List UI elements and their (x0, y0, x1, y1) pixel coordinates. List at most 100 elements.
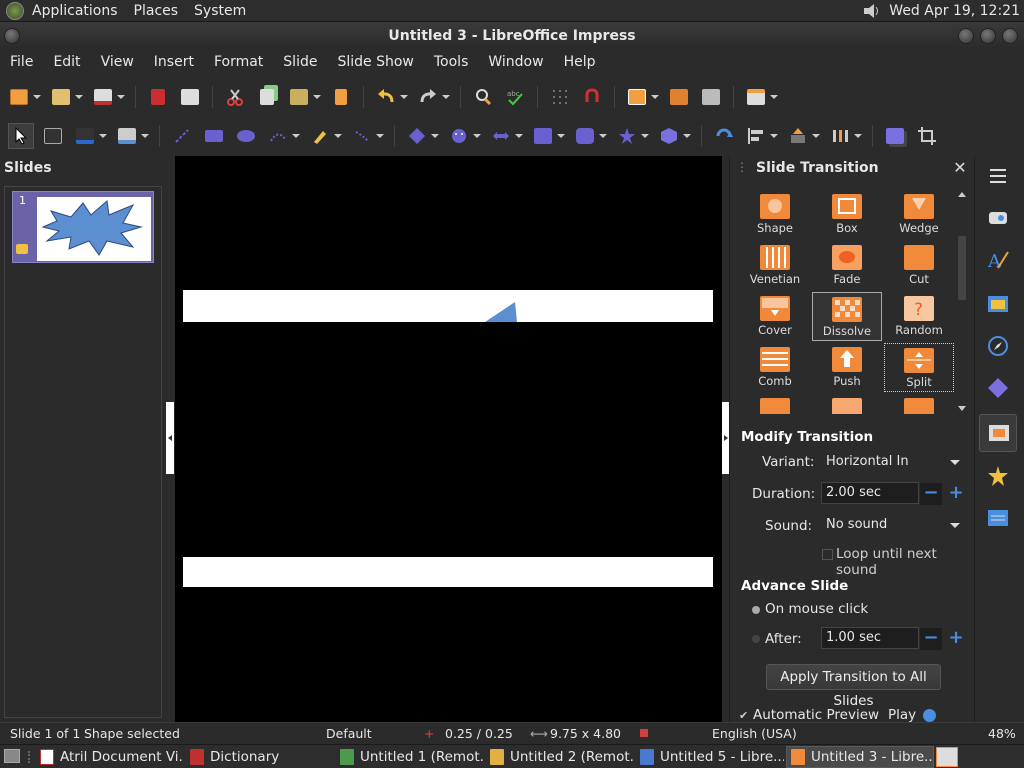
loop-sound-checkbox[interactable] (822, 549, 833, 560)
window-titlebar[interactable]: Untitled 3 - LibreOffice Impress (0, 22, 1024, 50)
open-folder-icon[interactable] (48, 84, 74, 110)
shapes-tab-icon[interactable] (986, 376, 1010, 400)
arrange-dropdown-icon[interactable] (812, 134, 820, 138)
clone-formatting-icon[interactable] (328, 84, 354, 110)
document-modified-icon[interactable] (640, 729, 648, 737)
new-slide-icon[interactable] (624, 84, 650, 110)
slide-layout-icon[interactable] (743, 84, 769, 110)
stars-dropdown-icon[interactable] (641, 134, 649, 138)
slide-transition-tab[interactable] (979, 414, 1017, 452)
properties-tab-icon[interactable] (986, 206, 1010, 230)
transition-partial-1[interactable] (740, 394, 810, 414)
transition-shape[interactable]: Shape (740, 190, 810, 239)
after-increase-button[interactable]: + (945, 628, 967, 650)
undo-dropdown-icon[interactable] (400, 95, 408, 99)
menu-help[interactable]: Help (554, 54, 606, 70)
navigator-tab-icon[interactable] (986, 334, 1010, 358)
open-dropdown-icon[interactable] (75, 95, 83, 99)
styles-tab-icon[interactable]: A (986, 248, 1010, 272)
callouts-dropdown-icon[interactable] (599, 134, 607, 138)
taskbar-handle[interactable] (28, 751, 30, 763)
task-untitled-5[interactable]: Untitled 5 - Libre... (636, 746, 784, 768)
transition-box[interactable]: Box (812, 190, 882, 239)
fill-color-dropdown-icon[interactable] (141, 134, 149, 138)
menu-view[interactable]: View (91, 54, 144, 70)
callouts-icon[interactable] (572, 123, 598, 149)
line-color-dropdown-icon[interactable] (99, 134, 107, 138)
language-status[interactable]: English (USA) (712, 726, 797, 741)
spelling-icon[interactable]: abc (502, 84, 528, 110)
animation-tab-icon[interactable] (986, 464, 1010, 488)
delete-slide-icon[interactable] (698, 84, 724, 110)
variant-select[interactable]: Horizontal In (821, 451, 967, 473)
curve-dropdown-icon[interactable] (292, 134, 300, 138)
shape-fragment[interactable] (485, 302, 517, 322)
panel-grip-icon[interactable]: ⋮ (736, 160, 748, 174)
master-slides-tab-icon[interactable] (986, 506, 1010, 530)
basic-shapes-icon[interactable] (404, 123, 430, 149)
paste-dropdown-icon[interactable] (313, 95, 321, 99)
impress-tray-icon[interactable] (936, 747, 958, 767)
on-mouse-click-radio[interactable] (752, 606, 760, 614)
freeform-dropdown-icon[interactable] (334, 134, 342, 138)
symbol-shapes-icon[interactable] (446, 123, 472, 149)
auto-preview-checkbox[interactable]: ✔ (739, 709, 748, 722)
after-radio[interactable] (752, 635, 760, 643)
transition-cut[interactable]: Cut (884, 241, 954, 290)
task-dictionary[interactable]: Dictionary (186, 746, 334, 768)
transition-partial-2[interactable] (812, 394, 882, 414)
transition-partial-3[interactable] (884, 394, 954, 414)
task-untitled-2[interactable]: Untitled 2 (Remot... (486, 746, 634, 768)
volume-icon[interactable] (861, 2, 881, 20)
slide-canvas[interactable] (175, 156, 722, 722)
transition-fade[interactable]: Fade (812, 241, 882, 290)
connector-icon[interactable] (349, 123, 375, 149)
grid-icon[interactable] (547, 84, 573, 110)
maximize-button[interactable] (980, 28, 996, 44)
new-presentation-icon[interactable] (6, 84, 32, 110)
gallery-scrollbar[interactable] (957, 188, 967, 414)
duplicate-slide-icon[interactable] (666, 84, 692, 110)
menu-insert[interactable]: Insert (144, 54, 204, 70)
menu-slide[interactable]: Slide (273, 54, 327, 70)
flowchart-dropdown-icon[interactable] (557, 134, 565, 138)
applications-menu[interactable]: Applications (24, 3, 126, 19)
system-menu[interactable]: System (186, 3, 254, 19)
duration-input[interactable]: 2.00 sec (821, 482, 919, 504)
save-dropdown-icon[interactable] (117, 95, 125, 99)
transition-push[interactable]: Push (812, 343, 882, 392)
symbol-shapes-dropdown-icon[interactable] (473, 134, 481, 138)
find-replace-icon[interactable] (470, 84, 496, 110)
block-arrows-icon[interactable] (488, 123, 514, 149)
clock[interactable]: Wed Apr 19, 12:21 (889, 3, 1020, 19)
duration-decrease-button[interactable]: − (920, 483, 942, 505)
export-pdf-icon[interactable] (145, 84, 171, 110)
cut-icon[interactable] (222, 84, 248, 110)
curve-icon[interactable] (265, 123, 291, 149)
line-icon[interactable] (169, 123, 195, 149)
paste-icon[interactable] (286, 84, 312, 110)
rotate-icon[interactable] (711, 123, 737, 149)
line-color-icon[interactable] (72, 123, 98, 149)
transition-random[interactable]: ? Random (884, 292, 954, 341)
3d-objects-dropdown-icon[interactable] (683, 134, 691, 138)
slide-layout-dropdown-icon[interactable] (770, 95, 778, 99)
transition-cover[interactable]: Cover (740, 292, 810, 341)
layout-status[interactable]: Default (326, 726, 372, 741)
crop-icon[interactable] (914, 123, 940, 149)
redo-icon[interactable] (415, 84, 441, 110)
sound-select[interactable]: No sound (821, 514, 967, 536)
menu-slide-show[interactable]: Slide Show (327, 54, 423, 70)
play-icon[interactable] (923, 709, 936, 722)
arrange-icon[interactable] (785, 123, 811, 149)
places-menu[interactable]: Places (126, 3, 187, 19)
transition-wedge[interactable]: Wedge (884, 190, 954, 239)
shadow-icon[interactable] (882, 123, 908, 149)
transition-dissolve[interactable]: Dissolve (812, 292, 882, 341)
after-decrease-button[interactable]: − (920, 628, 942, 650)
distribute-dropdown-icon[interactable] (854, 134, 862, 138)
rectangle-icon[interactable] (201, 123, 227, 149)
copy-icon[interactable] (254, 84, 280, 110)
window-menu-button[interactable] (4, 28, 20, 44)
task-atril[interactable]: Atril Document Vi... (36, 746, 184, 768)
